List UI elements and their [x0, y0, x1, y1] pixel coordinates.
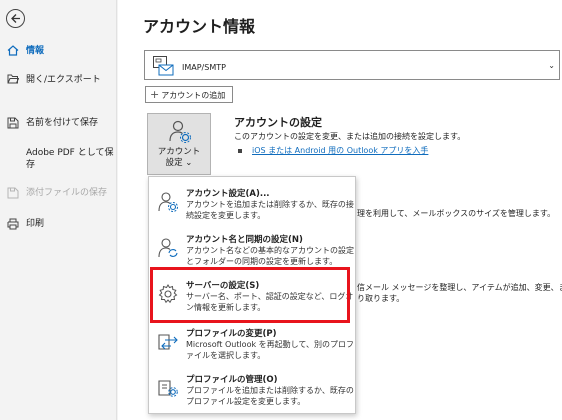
account-selector[interactable]: IMAP/SMTP ⌄: [144, 50, 560, 80]
menu-item-title: アカウント名と同期の設定(N): [186, 235, 303, 245]
menu-item-desc: Microsoft Outlook を再起動して、別のプロファイルを選択します。: [186, 340, 354, 360]
manage-profile-icon: [157, 377, 179, 403]
highlight-annotation-box: [150, 267, 350, 323]
sidebar-item-save-as[interactable]: 名前を付けて保存: [0, 117, 116, 129]
printer-icon: [0, 218, 26, 230]
rules-alerts-desc: 信メール メッセージを整理し、アイテムが追加、変更、ま: [357, 283, 562, 292]
account-type-label: IMAP/SMTP: [182, 63, 226, 72]
sidebar-item-label: 情報: [26, 46, 45, 56]
sidebar-item-info[interactable]: 情報: [0, 45, 116, 57]
plus-icon: +: [150, 88, 160, 101]
sidebar-item-label: 開く/エクスポート: [26, 75, 101, 85]
attachment-save-icon: [0, 187, 26, 199]
rules-alerts-desc-2: り取ります。: [357, 294, 405, 303]
settings-button-label-line1: アカウント: [157, 147, 201, 157]
outlook-app-link[interactable]: iOS または Android 用の Outlook アプリを入手: [238, 145, 428, 156]
menu-item-title: アカウント設定(A)...: [186, 189, 270, 199]
menu-item-title: プロファイルの変更(P): [186, 329, 277, 339]
sidebar-item-label: 印刷: [26, 219, 45, 229]
save-as-icon: [0, 117, 26, 129]
account-settings-icon: [168, 120, 192, 148]
account-settings-icon: [157, 191, 179, 217]
sidebar-item-label: Adobe PDF として保存: [26, 148, 114, 170]
menu-item-desc: プロファイルを追加または削除するか、既存のプロファイル設定を変更します。: [186, 386, 354, 406]
page-title: アカウント情報: [143, 17, 256, 36]
settings-button-label-line2: 設定 ⌄: [165, 158, 193, 168]
section-title: アカウントの設定: [234, 116, 322, 129]
menu-item-change-profile[interactable]: プロファイルの変更(P) Microsoft Outlook を再起動して、別の…: [149, 321, 355, 369]
chevron-down-icon: ⌄: [548, 61, 555, 70]
home-icon: [0, 45, 26, 56]
section-description: このアカウントの設定を変更、または追加の接続を設定します。: [234, 132, 466, 141]
sidebar-item-open-export[interactable]: 開く/エクスポート: [0, 74, 116, 86]
menu-item-desc: アカウント名などの基本的なアカウントの設定とフォルダーの同期の設定を更新します。: [186, 246, 354, 266]
sidebar-item-adobe-pdf[interactable]: Adobe PDF として保存: [0, 147, 116, 171]
mail-account-icon: [152, 55, 174, 81]
change-profile-icon: [157, 331, 179, 357]
sidebar-item-save-attachments: 添付ファイルの保存: [0, 187, 116, 199]
backstage-sidebar: 情報 開く/エクスポート 名前を付けて保存 Adobe PDF として保存 添付…: [0, 0, 117, 420]
account-sync-icon: [157, 237, 179, 263]
sidebar-item-label: 名前を付けて保存: [26, 118, 99, 128]
back-arrow-icon[interactable]: [6, 9, 25, 28]
sidebar-item-print[interactable]: 印刷: [0, 218, 116, 230]
folder-open-icon: [0, 74, 26, 84]
outlook-app-link-text: iOS または Android 用の Outlook アプリを入手: [252, 146, 429, 155]
sidebar-item-label: 添付ファイルの保存: [26, 188, 108, 198]
menu-item-desc: アカウントを追加または削除するか、既存の接続設定を変更します。: [186, 200, 354, 220]
add-account-button[interactable]: + アカウントの追加: [145, 86, 233, 103]
bullet-icon: [238, 148, 242, 153]
menu-item-account-settings[interactable]: アカウント設定(A)... アカウントを追加または削除するか、既存の接続設定を変…: [149, 181, 355, 229]
menu-item-title: プロファイルの管理(O): [186, 375, 278, 385]
add-account-label: アカウントの追加: [161, 91, 226, 100]
mailbox-cleanup-desc: 理を利用して、メールボックスのサイズを管理します。: [357, 209, 556, 218]
menu-item-manage-profile[interactable]: プロファイルの管理(O) プロファイルを追加または削除するか、既存のプロファイル…: [149, 367, 355, 415]
account-settings-button[interactable]: アカウント 設定 ⌄: [147, 113, 211, 175]
